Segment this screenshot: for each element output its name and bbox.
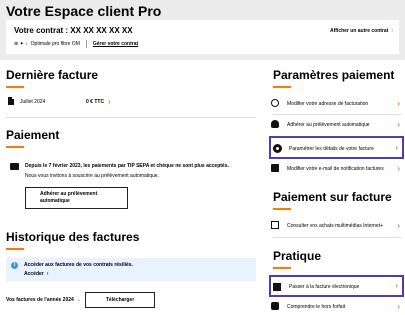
year-label: Vos factures de l'année 2024 <box>6 297 74 303</box>
screen-icon <box>271 221 279 229</box>
info-bold-text: Accéder aux factures de vos contrats rés… <box>24 262 133 268</box>
divider <box>85 40 87 48</box>
practical-item-label: Comprendre le hors forfait <box>287 304 346 310</box>
chevron-right-icon: › <box>397 120 400 129</box>
info-icon: i <box>11 262 18 269</box>
section-accent <box>6 86 24 88</box>
settings-item-notification-email[interactable]: Modifier votre e-mail de notification fa… <box>269 162 404 177</box>
settings-item-billing-address[interactable]: Modifier votre adresse de facturation › <box>269 97 404 112</box>
document-icon <box>8 97 14 105</box>
invoice-payment-item-multimedia[interactable]: Consulter vos achats multimédias Interne… <box>269 219 404 234</box>
divider <box>273 114 401 115</box>
page-title: Votre Espace client Pro <box>6 3 162 19</box>
settings-item-direct-debit[interactable]: Adhérer au prélèvement automatique › <box>269 118 404 133</box>
info-box: i Accéder aux factures de vos contrats r… <box>6 258 256 281</box>
last-invoice-title: Dernière facture <box>6 68 99 82</box>
contract-title: Votre contrat : XX XX XX XX XX <box>14 26 133 35</box>
practical-item-label: Passer à la facture électronique <box>289 284 360 290</box>
offer-name: Optimale pro fibre OM <box>30 41 80 47</box>
settings-item-label: Paramétrer les détails de votre facture <box>289 146 374 152</box>
other-contract-link[interactable]: Afficher un autre contrat › <box>330 28 393 34</box>
location-icon <box>271 99 279 107</box>
divider <box>6 117 256 118</box>
payment-settings-title: Paramètres paiement <box>273 68 395 82</box>
chevron-down-icon: ⌄ <box>76 297 81 303</box>
section-accent <box>273 208 291 210</box>
settings-item-label: Adhérer au prélèvement automatique <box>287 122 370 128</box>
chevron-right-icon: › <box>395 281 398 290</box>
section-accent <box>6 248 24 250</box>
person-icon <box>271 120 279 128</box>
invoice-amount: 0 € TTC <box>86 99 105 105</box>
section-accent <box>273 267 291 269</box>
section-accent <box>6 146 24 148</box>
access-link-label: Accéder <box>24 271 44 277</box>
invoice-payment-item-label: Consulter vos achats multimédias Interne… <box>287 223 384 229</box>
notice-text: Nous vous invitons à souscrire au prélèv… <box>25 173 159 179</box>
chevron-right-icon: › <box>108 97 111 106</box>
chevron-right-icon: › <box>397 164 400 173</box>
settings-item-label: Modifier votre adresse de facturation <box>287 101 369 107</box>
document-icon <box>273 283 281 291</box>
offer-line: ⊕ ✦ ↓ Optimale pro fibre OM Gérer votre … <box>14 40 138 48</box>
invoice-row[interactable]: Juillet 2024 0 € TTC › <box>6 97 256 111</box>
direct-debit-button[interactable]: Adhérer au prélèvement automatique <box>25 187 128 209</box>
chevron-right-icon: › <box>46 271 49 277</box>
invoice-date: Juillet 2024 <box>20 99 46 105</box>
practical-item-out-of-plan[interactable]: Comprendre le hors forfait › <box>269 300 404 315</box>
other-contract-label: Afficher un autre contrat <box>329 28 389 34</box>
speech-bubble-icon <box>271 302 279 310</box>
payment-title: Paiement <box>6 128 60 142</box>
practical-title: Pratique <box>273 249 322 263</box>
settings-item-label: Modifier votre e-mail de notification fa… <box>287 166 384 172</box>
download-button[interactable]: Télécharger <box>85 292 155 308</box>
settings-item-invoice-details[interactable]: Paramétrer les détails de votre facture … <box>269 136 404 159</box>
notice-bold-text: Depuis le 7 février 2023, les paiements … <box>25 163 229 169</box>
phone-icon <box>271 164 279 172</box>
section-accent <box>273 86 291 88</box>
practical-item-e-invoice[interactable]: Passer à la facture électronique › <box>269 275 404 297</box>
contract-card: Votre contrat : XX XX XX XX XX ⊕ ✦ ↓ Opt… <box>6 20 399 54</box>
chevron-right-icon: › <box>397 99 400 108</box>
chevron-right-icon: › <box>397 302 400 311</box>
gear-icon <box>273 144 282 153</box>
connectivity-icon: ⊕ ✦ ↓ <box>14 41 28 47</box>
history-title: Historique des factures <box>6 230 140 244</box>
access-link[interactable]: Accéder › <box>24 271 48 277</box>
manage-contract-link[interactable]: Gérer votre contrat <box>93 41 138 47</box>
top-banner: Votre Espace client Pro Votre contrat : … <box>0 0 405 58</box>
chevron-right-icon: › <box>395 143 398 152</box>
chevron-right-icon: › <box>397 221 400 230</box>
truck-icon <box>10 163 19 170</box>
divider <box>273 237 401 238</box>
invoice-payment-title: Paiement sur facture <box>273 190 392 204</box>
chevron-right-icon: › <box>391 28 393 34</box>
year-select[interactable]: Vos factures de l'année 2024 ⌄ <box>6 297 81 303</box>
